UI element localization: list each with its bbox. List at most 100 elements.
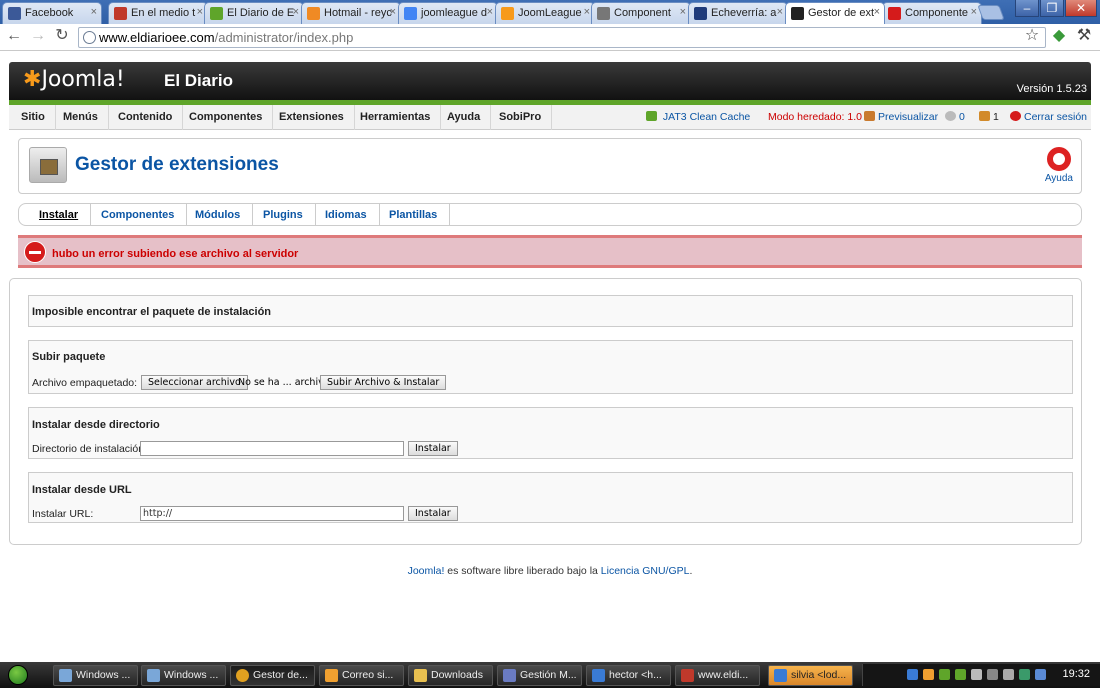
tab-echeverria[interactable]: Echeverría: a ×: [688, 2, 788, 24]
error-icon: [24, 241, 46, 263]
preview-link[interactable]: Previsualizar: [864, 105, 938, 130]
menu-contenido[interactable]: Contenido: [108, 105, 184, 130]
extension-icon[interactable]: ◆: [1049, 27, 1069, 47]
browser-tab-strip: Facebook × En el medio t × El Diario de E ×…: [0, 0, 1100, 24]
close-tab-icon[interactable]: ×: [197, 6, 203, 18]
close-tab-icon[interactable]: ×: [680, 6, 686, 18]
joomla-icon: [791, 7, 804, 20]
close-tab-icon[interactable]: ×: [971, 6, 977, 18]
close-tab-icon[interactable]: ×: [584, 6, 590, 18]
menu-extensiones[interactable]: Extensiones: [269, 105, 355, 130]
forward-button[interactable]: →: [28, 27, 48, 47]
folder-icon: [414, 669, 427, 682]
tray-icon[interactable]: [1019, 669, 1030, 680]
close-window-button[interactable]: ✕: [1065, 0, 1097, 17]
tab-componente[interactable]: Componente ×: [882, 2, 982, 24]
submenu-componentes[interactable]: Componentes: [89, 204, 188, 226]
menu-sobipro[interactable]: SobiPro: [489, 105, 553, 130]
license-link[interactable]: Licencia GNU/GPL: [601, 565, 690, 577]
submenu-plantillas[interactable]: Plantillas: [377, 204, 451, 226]
logout-link[interactable]: Cerrar sesión: [1010, 105, 1087, 130]
maximize-button[interactable]: ❐: [1040, 0, 1064, 17]
submenu-instalar[interactable]: Instalar: [27, 204, 92, 226]
tab-facebook[interactable]: Facebook ×: [2, 2, 102, 24]
google-icon: [404, 7, 417, 20]
menu-componentes[interactable]: Componentes: [179, 105, 274, 130]
mail-icon: [325, 669, 338, 682]
file-status: No se ha ... archivo: [238, 377, 330, 388]
task-silvia[interactable]: silvia <lod...: [768, 665, 853, 686]
task-gestor[interactable]: Gestor de...: [230, 665, 315, 686]
legacy-mode-status: Modo heredado: 1.0: [768, 111, 862, 123]
new-tab-button[interactable]: [977, 5, 1005, 20]
chrome-icon: [236, 669, 249, 682]
choose-file-button[interactable]: Seleccionar archivo: [141, 375, 248, 390]
tab-hotmail[interactable]: Hotmail - reyc ×: [301, 2, 401, 24]
install-url-button[interactable]: Instalar: [408, 506, 458, 521]
browser-toolbar: ← → ↻ www.eldiarioee.com/administrator/i…: [0, 24, 1100, 51]
submenu-plugins[interactable]: Plugins: [251, 204, 316, 226]
menu-ayuda[interactable]: Ayuda: [437, 105, 492, 130]
menu-herramientas[interactable]: Herramientas: [350, 105, 442, 130]
install-directory-input[interactable]: [140, 441, 404, 456]
install-icon: [29, 147, 67, 183]
wrench-icon[interactable]: ⚒: [1074, 27, 1094, 47]
submenu-idiomas[interactable]: Idiomas: [313, 204, 380, 226]
close-tab-icon[interactable]: ×: [487, 6, 493, 18]
lifebuoy-icon: [1046, 147, 1071, 171]
tray-icon[interactable]: [907, 669, 918, 680]
back-button[interactable]: ←: [4, 27, 24, 47]
tray-icon[interactable]: [955, 669, 966, 680]
task-windows-1[interactable]: Windows ...: [53, 665, 138, 686]
task-gestion[interactable]: Gestión M...: [497, 665, 582, 686]
install-url-input[interactable]: http://: [140, 506, 404, 521]
url-section: Instalar desde URL Instalar URL: http://…: [28, 472, 1073, 523]
tray-icon[interactable]: [1035, 669, 1046, 680]
close-tab-icon[interactable]: ×: [91, 6, 97, 18]
task-correo[interactable]: Correo si...: [319, 665, 404, 686]
logout-icon: [1010, 111, 1021, 121]
upload-install-button[interactable]: Subir Archivo & Instalar: [320, 375, 447, 390]
tab-el-diario[interactable]: El Diario de E ×: [204, 2, 304, 24]
bookmark-star-icon[interactable]: ☆: [1022, 27, 1042, 47]
toolbar-box: Gestor de extensiones Ayuda: [18, 138, 1082, 194]
close-tab-icon[interactable]: ×: [874, 6, 880, 18]
task-www[interactable]: www.eldi...: [675, 665, 760, 686]
messages-count[interactable]: 0: [945, 105, 965, 130]
submenu-modulos[interactable]: Módulos: [183, 204, 254, 226]
tray-icon[interactable]: [939, 669, 950, 680]
clock: 19:32: [1062, 668, 1090, 680]
reload-button[interactable]: ↻: [52, 27, 72, 47]
network-icon[interactable]: [987, 669, 998, 680]
volume-icon[interactable]: [1003, 669, 1014, 680]
tab-en-el-medio[interactable]: En el medio t ×: [108, 2, 208, 24]
install-directory-button[interactable]: Instalar: [408, 441, 458, 456]
tab-joomleague-search[interactable]: joomleague d ×: [398, 2, 498, 24]
close-tab-icon[interactable]: ×: [390, 6, 396, 18]
site-icon: [114, 7, 127, 20]
start-button[interactable]: [0, 664, 42, 686]
tray-icon[interactable]: [923, 669, 934, 680]
help-button[interactable]: Ayuda: [1045, 147, 1073, 184]
menu-menus[interactable]: Menús: [53, 105, 109, 130]
task-downloads[interactable]: Downloads: [408, 665, 493, 686]
tab-component[interactable]: Component ×: [591, 2, 691, 24]
address-bar[interactable]: www.eldiarioee.com/administrator/index.p…: [78, 27, 1046, 48]
close-tab-icon[interactable]: ×: [293, 6, 299, 18]
close-tab-icon[interactable]: ×: [777, 6, 783, 18]
clean-cache-link[interactable]: JAT3 Clean Cache: [646, 105, 750, 130]
chat-icon: [592, 669, 605, 682]
preview-icon: [864, 111, 875, 121]
tab-gestor-extensiones[interactable]: Gestor de ext ×: [785, 2, 885, 24]
submenu: Instalar Componentes Módulos Plugins Idi…: [18, 203, 1082, 226]
tab-joomleague[interactable]: JoomLeague ×: [495, 2, 595, 24]
menu-sitio[interactable]: Sitio: [11, 105, 56, 130]
cache-icon: [646, 111, 657, 121]
admin-header: ✱Joomla! El Diario Versión 1.5.23: [9, 62, 1091, 100]
task-windows-2[interactable]: Windows ...: [141, 665, 226, 686]
version-label: Versión 1.5.23: [1016, 83, 1087, 95]
tray-icon[interactable]: [971, 669, 982, 680]
minimize-button[interactable]: –: [1015, 0, 1039, 17]
task-hector[interactable]: hector <h...: [586, 665, 671, 686]
joomla-link[interactable]: Joomla!: [408, 565, 445, 577]
